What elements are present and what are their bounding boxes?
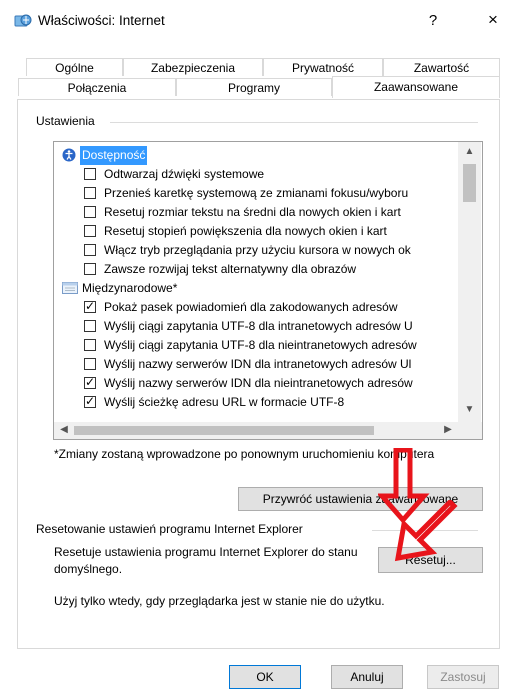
horizontal-scrollbar[interactable]: ◀ ▶: [54, 422, 458, 439]
setting-label: Wyślij nazwy serwerów IDN dla nieintrane…: [104, 376, 413, 390]
international-icon: [62, 282, 78, 294]
internet-options-icon: [14, 14, 32, 27]
tab-programs[interactable]: Programy: [176, 78, 332, 96]
checkbox-checked[interactable]: [84, 297, 96, 316]
cancel-button[interactable]: Anuluj: [331, 665, 403, 689]
scroll-thumb[interactable]: [463, 164, 476, 202]
help-button[interactable]: ?: [420, 10, 446, 32]
tab-advanced[interactable]: Zaawansowane: [332, 76, 500, 98]
tab-security[interactable]: Zabezpieczenia: [123, 58, 263, 76]
scrollbar-corner: [458, 422, 482, 439]
window-title: Właściwości: Internet: [38, 13, 165, 28]
setting-label: Wyślij ciągi zapytania UTF-8 dla intrane…: [104, 319, 413, 333]
setting-label: Wyślij ciągi zapytania UTF-8 dla nieintr…: [104, 338, 417, 352]
ok-button[interactable]: OK: [229, 665, 301, 689]
tab-general[interactable]: Ogólne: [26, 58, 123, 76]
close-button[interactable]: ×: [480, 8, 506, 32]
apply-button[interactable]: Zastosuj: [427, 665, 499, 689]
setting-label: Włącz tryb przeglądania przy użyciu kurs…: [104, 243, 411, 257]
checkbox[interactable]: [84, 320, 96, 332]
scroll-thumb[interactable]: [74, 426, 374, 435]
red-arrow-diagonal-icon: [394, 500, 458, 562]
checkbox-checked[interactable]: [84, 392, 96, 411]
title-bar: Właściwości: Internet ? ×: [0, 0, 513, 42]
setting-label: Zawsze rozwijaj tekst alternatywny dla o…: [104, 262, 357, 276]
scroll-down-icon[interactable]: ▼: [458, 404, 481, 415]
setting-label: Przenieś karetkę systemową ze zmianami f…: [104, 186, 409, 200]
setting-label: Wyślij nazwy serwerów IDN dla intranetow…: [104, 357, 412, 371]
reset-group-label: Resetowanie ustawień programu Internet E…: [36, 522, 307, 536]
accessibility-icon: [62, 148, 76, 162]
setting-label: Resetuj rozmiar tekstu na średni dla now…: [104, 205, 401, 219]
checkbox[interactable]: [84, 168, 96, 180]
settings-group-label: Ustawienia: [36, 114, 99, 128]
category-label: Międzynarodowe*: [82, 281, 178, 295]
settings-tree[interactable]: Dostępność Odtwarzaj dźwięki systemowe P…: [53, 141, 483, 440]
tab-content[interactable]: Zawartość: [383, 58, 500, 76]
checkbox[interactable]: [84, 225, 96, 237]
group-divider: [110, 122, 478, 123]
checkbox[interactable]: [84, 263, 96, 275]
checkbox[interactable]: [84, 244, 96, 256]
setting-label: Odtwarzaj dźwięki systemowe: [104, 167, 265, 181]
tab-connections[interactable]: Połączenia: [18, 78, 176, 96]
vertical-scrollbar[interactable]: ▲ ▼: [458, 142, 481, 423]
checkbox[interactable]: [84, 358, 96, 370]
setting-label: Pokaż pasek powiadomień dla zakodowanych…: [104, 300, 398, 314]
reset-description: Resetuje ustawienia programu Internet Ex…: [54, 545, 358, 576]
scroll-up-icon[interactable]: ▲: [458, 146, 481, 157]
category-label: Dostępność: [80, 146, 148, 165]
setting-label: Resetuj stopień powiększenia dla nowych …: [104, 224, 387, 238]
reset-warning: Użyj tylko wtedy, gdy przeglądarka jest …: [54, 594, 385, 608]
tab-privacy[interactable]: Prywatność: [263, 58, 383, 76]
setting-label: Wyślij ścieżkę adresu URL w formacie UTF…: [104, 395, 345, 409]
checkbox-checked[interactable]: [84, 373, 96, 392]
scroll-right-icon[interactable]: ▶: [442, 424, 454, 435]
checkbox[interactable]: [84, 206, 96, 218]
scroll-left-icon[interactable]: ◀: [58, 424, 70, 435]
checkbox[interactable]: [84, 339, 96, 351]
checkbox[interactable]: [84, 187, 96, 199]
